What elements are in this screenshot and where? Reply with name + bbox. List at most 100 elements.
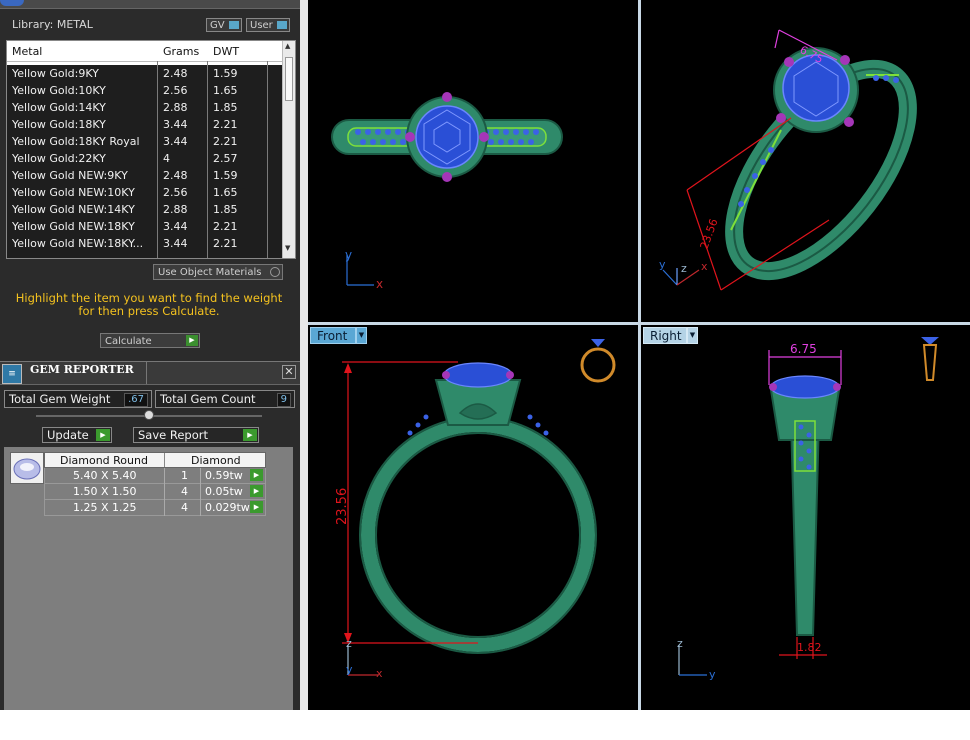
gem-count: 4: [181, 501, 188, 514]
header-diamond: Diamond: [191, 454, 241, 467]
panel-splitter[interactable]: [300, 0, 308, 710]
table-row[interactable]: Yellow Gold NEW:18KY 3.44 2.21: [7, 218, 283, 236]
calculate-label: Calculate: [105, 336, 152, 347]
table-row[interactable]: Yellow Gold:14KY 2.88 1.85: [7, 99, 283, 117]
tab-right[interactable]: Right ▼: [643, 327, 698, 344]
axis-x-label: x: [376, 667, 383, 680]
axis-z-label: z: [346, 637, 352, 650]
table-row[interactable]: 1.50 X 1.50 4 0.05tw ▶: [44, 484, 266, 500]
viewport-perspective[interactable]: 6.75 23.56 y z x: [641, 0, 970, 322]
radio-circle-icon: [270, 267, 280, 277]
table-row[interactable]: 1.25 X 1.25 4 0.029tw ▶: [44, 500, 266, 516]
row-metal: Yellow Gold:22KY: [12, 152, 106, 165]
viewport-front[interactable]: 23.56 z y x Front ▼: [308, 325, 638, 710]
table-row[interactable]: Yellow Gold:10KY 2.56 1.65: [7, 82, 283, 100]
row-metal: Yellow Gold NEW:14KY: [12, 203, 135, 216]
play-arrow-icon[interactable]: ▶: [250, 469, 263, 481]
axis-z-label: z: [677, 637, 683, 650]
axis-y-label: y: [346, 663, 353, 676]
chevron-down-icon[interactable]: ▼: [687, 327, 698, 344]
total-gem-count-label: Total Gem Count: [160, 392, 256, 406]
row-dwt: 2.21: [213, 118, 238, 131]
viewport-right[interactable]: 6.75 1.82 z y Right ▼: [641, 325, 970, 710]
row-grams: 4: [163, 152, 170, 165]
save-report-label: Save Report: [138, 428, 209, 442]
row-metal: Yellow Gold:18KY: [12, 118, 106, 131]
row-grams: 2.88: [163, 101, 188, 114]
row-metal: Yellow Gold NEW:10KY: [12, 186, 135, 199]
column-metal[interactable]: Metal: [12, 45, 42, 58]
calculate-button[interactable]: Calculate ▶: [100, 333, 200, 348]
perspective-dim-height: 23.56: [698, 217, 721, 251]
cell-divider: [200, 484, 201, 500]
row-metal: Yellow Gold:18KY Royal: [12, 135, 140, 148]
play-arrow-icon: ▶: [96, 429, 110, 441]
close-icon[interactable]: ✕: [282, 365, 296, 379]
row-grams: 2.48: [163, 67, 188, 80]
chevron-down-icon[interactable]: ▼: [356, 327, 367, 344]
user-toggle[interactable]: User: [246, 18, 290, 32]
gem-splitter-slider[interactable]: [36, 410, 262, 420]
slider-knob[interactable]: [144, 410, 154, 420]
row-dwt: 1.59: [213, 67, 238, 80]
column-divider: [157, 61, 158, 258]
gem-reporter-title: GEM REPORTER: [30, 363, 134, 376]
gv-toggle[interactable]: GV: [206, 18, 242, 32]
scroll-up-arrow-icon[interactable]: ▲: [285, 42, 290, 50]
column-dwt[interactable]: DWT: [213, 45, 239, 58]
save-report-button[interactable]: Save Report ▶: [133, 427, 259, 443]
gem-weight: 0.59tw: [205, 469, 243, 482]
tab-right-label: Right: [650, 329, 682, 343]
table-row[interactable]: Yellow Gold:22KY 4 2.57: [7, 150, 283, 168]
metal-table[interactable]: Metal Grams DWT Yellow Gold:9KY 2.48 1.59 …: [6, 40, 296, 259]
table-row[interactable]: Yellow Gold NEW:18KY... 3.44 2.21: [7, 235, 283, 253]
use-object-materials-button[interactable]: Use Object Materials: [153, 264, 283, 280]
table-row[interactable]: Yellow Gold NEW:10KY 2.56 1.65: [7, 184, 283, 202]
gem-weight: 0.029tw: [205, 501, 250, 514]
play-arrow-icon[interactable]: ▶: [250, 485, 263, 497]
table-row[interactable]: 5.40 X 5.40 1 0.59tw ▶: [44, 468, 266, 484]
axis-x-label: x: [701, 260, 708, 273]
scroll-down-arrow-icon[interactable]: ▼: [285, 244, 290, 252]
table-row[interactable]: Yellow Gold:9KY 2.48 1.59: [7, 65, 283, 83]
right-view-ring: 6.75 1.82 z y: [677, 337, 939, 681]
user-toggle-label: User: [250, 20, 273, 31]
gem-weight: 0.05tw: [205, 485, 243, 498]
update-label: Update: [47, 428, 89, 442]
use-object-materials-label: Use Object Materials: [158, 267, 262, 278]
row-dwt: 2.21: [213, 237, 238, 250]
update-button[interactable]: Update ▶: [42, 427, 112, 443]
table-row[interactable]: Yellow Gold:18KY 3.44 2.21: [7, 116, 283, 134]
viewport-top[interactable]: y x: [308, 0, 638, 322]
row-dwt: 1.59: [213, 169, 238, 182]
scroll-thumb[interactable]: [285, 57, 293, 101]
metal-table-scrollbar[interactable]: ▲ ▼: [282, 41, 295, 258]
gem-reporter-titlebar: ≡ GEM REPORTER ✕: [0, 361, 300, 385]
total-gem-count-value: 9: [276, 393, 291, 407]
column-divider: [267, 61, 268, 258]
row-metal: Yellow Gold:10KY: [12, 84, 106, 97]
diamond-icon: [13, 458, 41, 480]
gem-count: 4: [181, 485, 188, 498]
tab-front[interactable]: Front ▼: [310, 327, 367, 344]
gem-size: 5.40 X 5.40: [73, 469, 137, 482]
gem-size: 1.25 X 1.25: [73, 501, 137, 514]
row-metal: Yellow Gold NEW:9KY: [12, 169, 128, 182]
column-divider: [207, 61, 208, 258]
table-row[interactable]: Yellow Gold:18KY Royal 3.44 2.21: [7, 133, 283, 151]
row-dwt: 1.65: [213, 84, 238, 97]
axis-y-label: y: [659, 258, 666, 271]
left-panel: Library: METAL GV User Metal Grams DWT Y…: [0, 0, 300, 710]
row-grams: 3.44: [163, 220, 188, 233]
table-row[interactable]: Yellow Gold NEW:9KY 2.48 1.59: [7, 167, 283, 185]
ring-side-orientation-icon: [921, 337, 939, 381]
header-diamond-round: Diamond Round: [60, 454, 148, 467]
column-grams[interactable]: Grams: [163, 45, 199, 58]
app-orb-icon[interactable]: [0, 0, 24, 6]
header-divider: [164, 453, 165, 467]
table-row[interactable]: Yellow Gold NEW:14KY 2.88 1.85: [7, 201, 283, 219]
calculate-hint: Highlight the item you want to find the …: [15, 291, 283, 318]
row-metal: Yellow Gold:14KY: [12, 101, 106, 114]
play-arrow-icon[interactable]: ▶: [250, 501, 263, 513]
panel-top-strip: [0, 0, 300, 9]
